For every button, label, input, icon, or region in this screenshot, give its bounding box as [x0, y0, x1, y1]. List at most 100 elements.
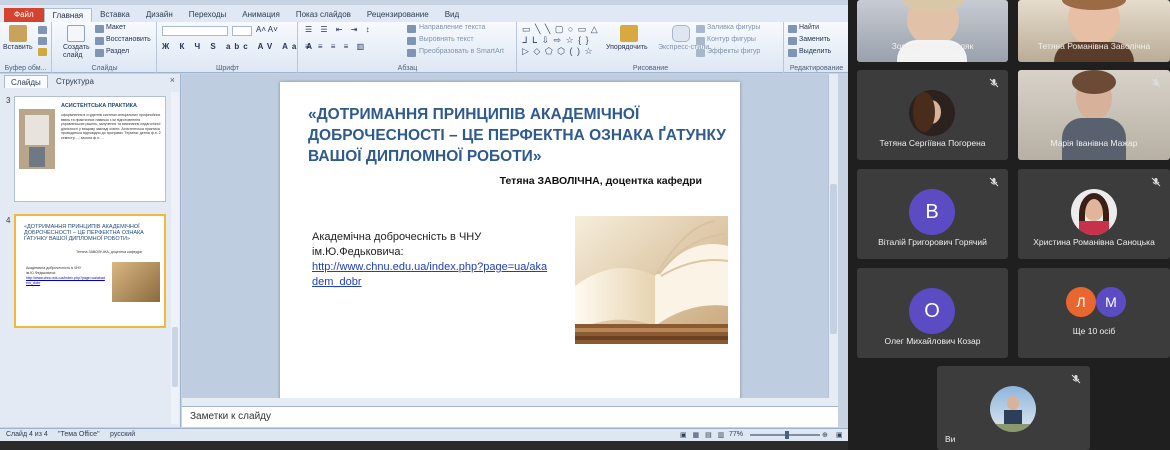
- shape-fill-button[interactable]: Заливка фигуры: [707, 24, 760, 31]
- notes-pane[interactable]: Заметки к слайду: [182, 406, 838, 427]
- close-icon[interactable]: ×: [170, 75, 175, 85]
- avatar: [990, 386, 1036, 432]
- book-picture: [575, 216, 728, 344]
- participant-name: Христина Романівна Саноцька: [1033, 237, 1155, 247]
- format-painter-icon[interactable]: [38, 48, 47, 56]
- select-button[interactable]: Выделить: [799, 48, 831, 55]
- shape-outline-button[interactable]: Контур фигуры: [707, 36, 756, 43]
- body-link[interactable]: http://www.chnu.edu.ua/index.php?page=ua…: [312, 260, 552, 290]
- mic-off-icon: [989, 177, 999, 187]
- tab-view[interactable]: Вид: [437, 8, 467, 22]
- tab-design[interactable]: Дизайн: [138, 8, 181, 22]
- find-button[interactable]: Найти: [799, 24, 819, 31]
- layout-button[interactable]: Макет: [106, 24, 126, 31]
- self-tile[interactable]: Ви: [937, 366, 1090, 450]
- slide-thumbnail-3[interactable]: АСИСТЕНТСЬКА ПРАКТИКА оформлення в студе…: [14, 96, 166, 202]
- tab-file[interactable]: Файл: [4, 8, 44, 22]
- participant-tile[interactable]: Зоя Іванівна Гуцуляк: [857, 0, 1008, 62]
- participant-tile[interactable]: Марія Іванівна Мажар: [1018, 70, 1170, 160]
- new-slide-button[interactable]: Создать слайд: [63, 44, 91, 60]
- layout-icon: [95, 25, 104, 33]
- participant-video: [857, 0, 1008, 62]
- zoom-slider-knob[interactable]: [785, 431, 789, 439]
- new-slide-icon: [67, 25, 85, 42]
- thumb-number-4: 4: [6, 216, 11, 225]
- select-icon: [788, 49, 797, 57]
- group-label-drawing: Рисование: [632, 65, 669, 72]
- slide-title[interactable]: «ДОТРИМАННЯ ПРИНЦИПІВ АКАДЕМІЧНОЇ ДОБРОЧ…: [308, 104, 728, 167]
- shape-fill-icon: [696, 25, 705, 33]
- thumb-book-image: [112, 262, 160, 302]
- body-text: Академічна доброчесність в ЧНУ ім.Ю.Федь…: [312, 231, 482, 258]
- replace-button[interactable]: Заменить: [799, 36, 830, 43]
- thumb-author: Тетяна ЗАВОЛІЧНА, доцентка кафедри: [76, 250, 142, 254]
- participant-name: Віталій Григорович Горячий: [878, 237, 987, 247]
- participant-tile[interactable]: В Віталій Григорович Горячий: [857, 169, 1008, 259]
- language[interactable]: русский: [110, 431, 135, 438]
- font-name-select[interactable]: [162, 26, 228, 36]
- slide-canvas[interactable]: «ДОТРИМАННЯ ПРИНЦИПІВ АКАДЕМІЧНОЇ ДОБРОЧ…: [280, 82, 740, 405]
- shapes-gallery[interactable]: ▭ ╲ ╲ ▢ ○ ▭ △ ᒧ ᒪ ⇩ ⇨ ☆ { } ▷ ◇ ⬠ ⬡ ( ) ☆: [522, 24, 599, 57]
- shape-effects-button[interactable]: Эффекты фигур: [707, 48, 760, 55]
- tab-home[interactable]: Главная: [43, 8, 93, 22]
- slide-body[interactable]: Академічна доброчесність в ЧНУ ім.Ю.Федь…: [312, 230, 552, 290]
- mic-off-icon: [989, 78, 999, 88]
- slide-thumbnail-4[interactable]: «ДОТРИМАННЯ ПРИНЦИПІВ АКАДЕМІЧНОЇ ДОБРОЧ…: [14, 214, 166, 328]
- theme-name: "Тема Office": [58, 431, 100, 438]
- group-paragraph: ☰ ☰ ⇤ ⇥ ↕ ≡ ≡ ≡ ≡ ▥ Направление текста В…: [299, 22, 517, 73]
- tab-review[interactable]: Рецензирование: [359, 8, 437, 22]
- participant-name: Тетяна Романівна Заволічна: [1037, 41, 1151, 51]
- view-buttons[interactable]: ▣ ▦ ▤ ▥: [680, 431, 726, 439]
- slide-author[interactable]: Тетяна ЗАВОЛІЧНА, доцентка кафедри: [280, 175, 702, 187]
- list-icons[interactable]: ☰ ☰ ⇤ ⇥ ↕: [305, 25, 373, 34]
- participant-tile[interactable]: О Олег Михайлович Козар: [857, 268, 1008, 358]
- slide-editor: «ДОТРИМАННЯ ПРИНЦИПІВ АКАДЕМІЧНОЇ ДОБРОЧ…: [182, 74, 838, 405]
- more-participants-tile[interactable]: Л М Ще 10 осіб: [1018, 268, 1170, 358]
- participant-name: Зоя Іванівна Гуцуляк: [891, 41, 974, 51]
- copy-icon[interactable]: [38, 37, 47, 45]
- panel-tabs: Слайды Структура ×: [0, 74, 181, 88]
- zoom-level[interactable]: 77%: [729, 431, 743, 438]
- zoom-in-icon[interactable]: ⊕: [822, 431, 828, 439]
- arrange-button[interactable]: Упорядочить: [606, 44, 648, 51]
- participant-tile[interactable]: Тетяна Сергіївна Погорена: [857, 70, 1008, 160]
- cut-icon[interactable]: [38, 26, 47, 34]
- horizontal-scrollbar[interactable]: [182, 398, 838, 406]
- quick-styles-icon: [672, 25, 690, 42]
- paste-icon: [9, 25, 27, 42]
- text-direction-button[interactable]: Направление текста: [419, 24, 485, 31]
- align-text-button[interactable]: Выровнять текст: [419, 36, 474, 43]
- fit-icon[interactable]: ▣: [836, 431, 843, 439]
- participant-tile[interactable]: Христина Романівна Саноцька: [1018, 169, 1170, 259]
- section-button[interactable]: Раздел: [106, 48, 129, 55]
- avatar-letter: О: [909, 288, 955, 334]
- text-direction-icon: [407, 25, 416, 33]
- ribbon-tabs: Файл Главная Вставка Дизайн Переходы Ани…: [0, 5, 848, 22]
- reset-button[interactable]: Восстановить: [106, 36, 151, 43]
- book-image[interactable]: [575, 216, 728, 344]
- panel-scrollbar[interactable]: [171, 92, 179, 424]
- group-label-editing: Редактирование: [789, 65, 844, 72]
- tab-transitions[interactable]: Переходы: [181, 8, 235, 22]
- paste-button[interactable]: Вставить: [3, 44, 33, 51]
- arrange-icon: [620, 25, 638, 42]
- tab-insert[interactable]: Вставка: [92, 8, 138, 22]
- group-label-paragraph: Абзац: [397, 65, 418, 72]
- section-icon: [95, 49, 104, 57]
- vertical-scrollbar[interactable]: [828, 74, 838, 405]
- smartart-button[interactable]: Преобразовать в SmartArt: [419, 48, 504, 55]
- thumb-text: оформлення в студентів системи спеціальн…: [61, 113, 161, 140]
- tab-slideshow[interactable]: Показ слайдов: [288, 8, 359, 22]
- taskbar-strip: [0, 441, 848, 450]
- font-size-select[interactable]: [232, 26, 252, 36]
- slide-position: Слайд 4 из 4: [6, 431, 48, 438]
- align-icons[interactable]: ≡ ≡ ≡ ≡ ▥: [305, 42, 367, 51]
- tab-slides[interactable]: Слайды: [4, 75, 48, 88]
- tab-outline[interactable]: Структура: [50, 75, 100, 88]
- thumb-photo: [19, 109, 55, 169]
- participant-tile[interactable]: Тетяна Романівна Заволічна: [1018, 0, 1170, 62]
- font-format-icons[interactable]: Ж К Ч S abc AV Aa A: [162, 42, 316, 51]
- tab-animation[interactable]: Анимация: [234, 8, 288, 22]
- font-grow-icon[interactable]: A˄ A˅: [256, 25, 278, 34]
- thumb-title: «ДОТРИМАННЯ ПРИНЦИПІВ АКАДЕМІЧНОЇ ДОБРОЧ…: [24, 224, 144, 242]
